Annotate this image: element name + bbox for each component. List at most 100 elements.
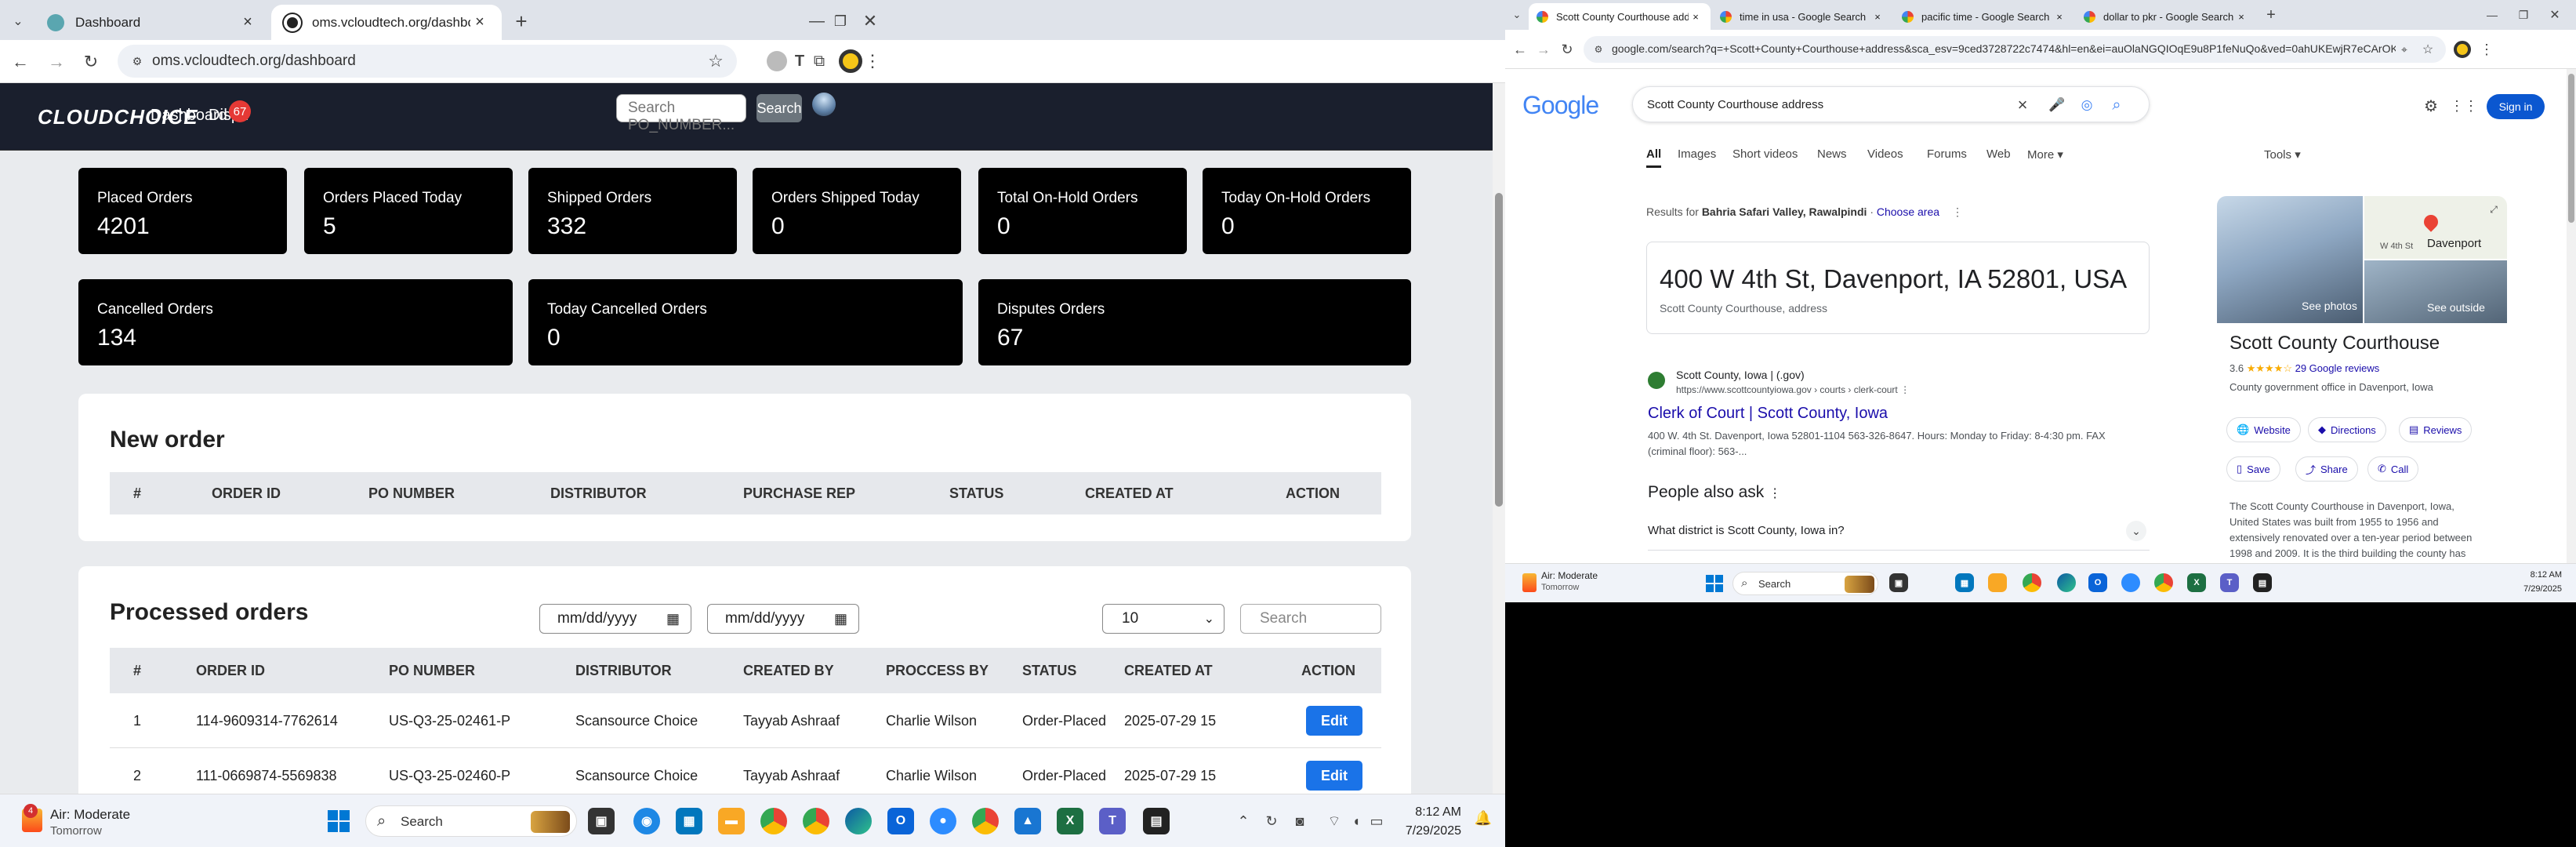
edit-button[interactable]: Edit — [1306, 761, 1362, 791]
location-icon[interactable]: ⌖ — [2396, 41, 2413, 58]
back-arrow-icon[interactable]: ← — [8, 49, 33, 75]
site-info-icon[interactable]: ⚙ — [1591, 42, 1605, 56]
sticky-notes-icon[interactable]: ▤ — [2253, 573, 2272, 592]
more-menu-icon[interactable]: ⋮ — [861, 49, 884, 73]
weather-text[interactable]: Air: Moderate — [50, 807, 130, 823]
edge-icon[interactable] — [2057, 573, 2076, 592]
window-close-icon[interactable]: ✕ — [2543, 5, 2567, 25]
extension-icon[interactable] — [767, 51, 787, 71]
edit-button[interactable]: Edit — [1306, 706, 1362, 736]
start-date-input[interactable]: mm/dd/yyyy ▦ — [539, 604, 691, 634]
copilot-icon[interactable]: ◉ — [633, 808, 660, 834]
zoom-icon[interactable] — [2121, 573, 2140, 592]
right-address-bar[interactable]: ⚙ google.com/search?q=+Scott+County+Cour… — [1584, 36, 2446, 63]
minimize-icon[interactable]: — — [2480, 5, 2504, 25]
tab-forums[interactable]: Forums — [1927, 147, 1967, 161]
file-explorer-icon[interactable] — [1988, 573, 2007, 592]
result-site-name[interactable]: Scott County, Iowa | (.gov) — [1676, 369, 1805, 381]
teams-icon[interactable]: T — [1099, 808, 1126, 834]
end-date-input[interactable]: mm/dd/yyyy ▦ — [707, 604, 859, 634]
user-avatar[interactable] — [812, 93, 836, 116]
wifi-icon[interactable]: ⌔ — [1323, 810, 1345, 832]
reviews-button[interactable]: ▤ Reviews — [2399, 417, 2473, 442]
reviews-link[interactable]: 29 Google reviews — [2295, 362, 2380, 374]
camera-icon[interactable]: ◙ — [1289, 810, 1311, 832]
scrollbar-thumb[interactable] — [2568, 74, 2574, 223]
more-vert-icon[interactable]: ⋮ — [1900, 384, 1910, 395]
profile-avatar-icon[interactable] — [839, 49, 862, 73]
tab-all[interactable]: All — [1646, 147, 1662, 168]
excel-icon[interactable]: X — [1057, 808, 1083, 834]
tab-videos[interactable]: Videos — [1867, 147, 1903, 161]
clock-time[interactable]: 8:12 AM — [1399, 805, 1461, 820]
bookmark-star-icon[interactable]: ☆ — [2419, 41, 2436, 58]
outlook-icon[interactable]: O — [887, 808, 914, 834]
scrollbar-thumb[interactable] — [1495, 193, 1503, 507]
call-button[interactable]: ✆ Call — [2367, 456, 2419, 482]
calculator-icon[interactable]: ▦ — [676, 808, 702, 834]
paa-question-item[interactable]: What district is Scott County, Iowa in? … — [1648, 513, 2150, 551]
chrome-icon[interactable] — [2023, 573, 2041, 592]
calculator-icon[interactable]: ▦ — [1955, 573, 1974, 592]
po-search-button[interactable]: Search — [756, 94, 802, 122]
more-vert-icon[interactable]: ⋮ — [1952, 205, 1963, 218]
close-icon[interactable]: × — [1689, 11, 1703, 23]
forward-arrow-icon[interactable]: → — [44, 49, 69, 75]
chrome-alt-icon[interactable] — [2154, 573, 2173, 592]
outlook-icon[interactable]: O — [2088, 573, 2107, 592]
see-photos-link[interactable]: See photos — [2302, 300, 2357, 312]
bookmark-star-icon[interactable]: ☆ — [706, 51, 726, 71]
tab-search-icon[interactable]: ⌄ — [1508, 6, 1526, 24]
tab-search-icon[interactable]: ⌄ — [6, 9, 30, 33]
calendar-icon[interactable]: ▦ — [666, 611, 680, 627]
site-info-icon[interactable]: ⚙ — [129, 53, 146, 70]
chrome-profile-icon[interactable] — [803, 808, 829, 834]
clear-x-icon[interactable]: × — [2012, 95, 2033, 115]
forward-arrow-icon[interactable]: → — [1533, 39, 1554, 60]
po-search-input[interactable]: Search PO_NUMBER... — [616, 94, 746, 133]
right-page-scrollbar[interactable] — [2567, 69, 2576, 563]
page-size-select[interactable]: 10 ⌄ — [1102, 604, 1225, 634]
google-logo[interactable]: Google — [1522, 91, 1599, 120]
expand-map-icon[interactable]: ⤢ — [2487, 202, 2501, 216]
result-title-link[interactable]: Clerk of Court | Scott County, Iowa — [1648, 405, 1888, 423]
save-button[interactable]: ▯ Save — [2226, 456, 2280, 482]
courthouse-photo[interactable]: See photos — [2217, 196, 2363, 323]
settings-gear-icon[interactable]: ⚙ — [2421, 96, 2441, 116]
edge-icon[interactable] — [845, 808, 872, 834]
teams-icon[interactable]: T — [2220, 573, 2239, 592]
tab-news[interactable]: News — [1817, 147, 1847, 161]
new-tab-plus-icon[interactable]: + — [508, 8, 535, 35]
website-button[interactable]: 🌐 Website — [2226, 417, 2301, 442]
tab-images[interactable]: Images — [1678, 147, 1716, 161]
clock-date[interactable]: 7/29/2025 — [2499, 584, 2562, 594]
close-icon[interactable]: × — [470, 13, 489, 31]
restore-icon[interactable]: ❐ — [825, 8, 856, 35]
sticky-notes-icon[interactable]: ▤ — [1143, 808, 1170, 834]
lens-camera-icon[interactable]: ◎ — [2077, 95, 2097, 115]
tab-time-in-usa[interactable]: time in usa - Google Search × — [1712, 3, 1892, 30]
weather-text[interactable]: Air: Moderate — [1541, 570, 1598, 581]
file-explorer-icon[interactable]: ▬ — [718, 808, 745, 834]
back-arrow-icon[interactable]: ← — [1510, 39, 1530, 60]
task-view-icon[interactable]: ▣ — [1889, 573, 1908, 592]
directions-button[interactable]: ◆ Directions — [2308, 417, 2386, 442]
processed-search-input[interactable]: Search — [1240, 604, 1381, 634]
taskbar-search-box[interactable]: ⌕ Search — [365, 805, 577, 837]
reload-icon[interactable]: ↻ — [78, 49, 103, 75]
chevron-down-icon[interactable]: ⌄ — [2126, 521, 2146, 541]
task-view-icon[interactable]: ▣ — [588, 808, 615, 834]
tab-dollar-to-pkr[interactable]: dollar to pkr - Google Search × — [2076, 3, 2256, 30]
notification-bell-icon[interactable]: 🔔 — [1472, 810, 1494, 832]
choose-area-link[interactable]: Choose area — [1877, 205, 1939, 218]
calendar-icon[interactable]: ▦ — [834, 611, 847, 627]
apps-grid-icon[interactable]: ⋮⋮ — [2450, 96, 2478, 116]
more-menu-icon[interactable]: ⋮ — [2477, 39, 2496, 60]
tools-button[interactable]: Tools ▾ — [2264, 147, 2301, 162]
reload-icon[interactable]: ↻ — [1557, 39, 1577, 60]
sync-icon[interactable]: ↻ — [1261, 810, 1283, 832]
page-scrollbar[interactable] — [1493, 83, 1505, 794]
window-close-icon[interactable]: ✕ — [854, 8, 886, 35]
tab-scott-county[interactable]: Scott County Courthouse addr × — [1529, 3, 1711, 30]
windows-start-icon[interactable] — [328, 810, 350, 832]
